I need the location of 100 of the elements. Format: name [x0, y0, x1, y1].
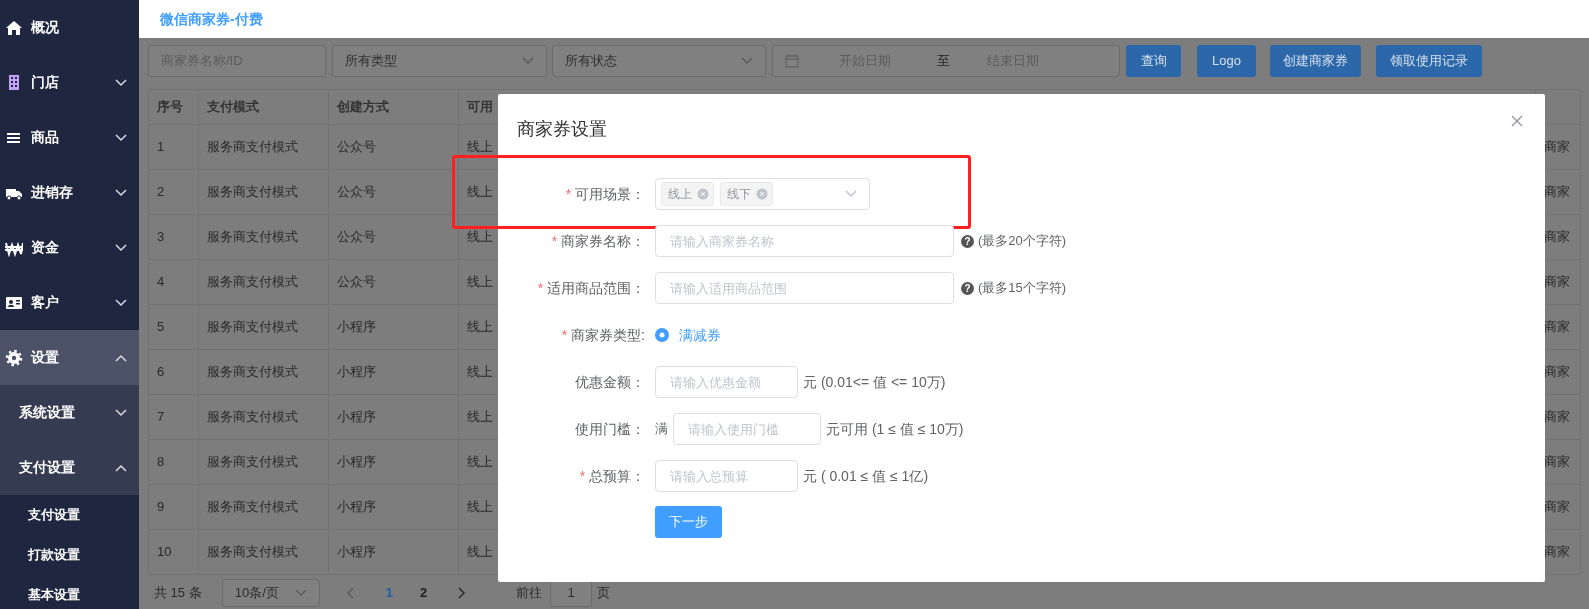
table-cell: 4	[148, 259, 199, 305]
multi-select-field[interactable]: 线上 线下	[655, 178, 870, 210]
select-field[interactable]: 所有状态	[552, 45, 766, 77]
toolbar-button[interactable]: 创建商家券	[1270, 45, 1361, 77]
table-cell: 小程序	[328, 394, 459, 440]
table-cell: 9	[148, 484, 199, 530]
table-cell: 小程序	[328, 439, 459, 485]
table-cell: 服务商支付模式	[198, 304, 329, 350]
table-cell: 7	[148, 394, 199, 440]
toolbar-button[interactable]: Logo	[1197, 45, 1256, 77]
table-cell: 公众号	[328, 259, 459, 305]
radio-option[interactable]: 满减券	[655, 324, 721, 346]
gear-icon	[5, 348, 23, 367]
sidebar-item[interactable]: 基本设置	[0, 575, 139, 609]
column-header: 序号	[148, 89, 199, 125]
goto-label: 前往	[516, 583, 543, 602]
chevron-down-icon	[522, 57, 534, 65]
tag[interactable]: 线上	[661, 182, 714, 206]
field-label: * 商家券类型:	[560, 325, 645, 345]
chevron-down-icon	[845, 190, 857, 198]
table-cell: 3	[148, 214, 199, 260]
toolbar-button[interactable]: 查询	[1126, 45, 1181, 77]
field-label: * 商家券名称：	[550, 231, 645, 251]
table-cell: 小程序	[328, 349, 459, 395]
chevron-up-icon	[115, 353, 127, 362]
prefix-text: 满	[655, 420, 668, 439]
radio-icon	[655, 328, 669, 342]
table-cell: 服务商支付模式	[198, 439, 329, 485]
close-icon[interactable]	[1511, 115, 1523, 127]
field-label: * 适用商品范围：	[536, 278, 645, 298]
table-cell: 服务商支付模式	[198, 124, 329, 170]
table-cell: 服务商支付模式	[198, 349, 329, 395]
range-separator: 至	[937, 52, 950, 71]
sidebar-item[interactable]: 支付设置	[0, 495, 139, 535]
sidebar-item[interactable]: 打款设置	[0, 535, 139, 575]
table-cell: 5	[148, 304, 199, 350]
sidebar-item[interactable]: 客户	[0, 275, 139, 330]
toolbar-button[interactable]: 领取使用记录	[1376, 45, 1482, 77]
home-icon	[5, 18, 23, 37]
field-label: * 可用场景：	[564, 184, 645, 204]
table-cell: 小程序	[328, 304, 459, 350]
table-cell: 小程序	[328, 529, 459, 575]
total-count: 共 15 条	[154, 583, 202, 602]
hint-text: (最多15个字符)	[978, 279, 1067, 298]
table-cell: 服务商支付模式	[198, 484, 329, 530]
suffix-text: 元可用 (1 ≤ 值 ≤ 10万)	[826, 419, 964, 439]
sidebar-item[interactable]: 概况	[0, 0, 139, 55]
column-header: 创建方式	[328, 89, 459, 125]
table-cell: 2	[148, 169, 199, 215]
table-cell: 公众号	[328, 214, 459, 260]
tag[interactable]: 线下	[720, 182, 773, 206]
next-page-icon	[458, 586, 467, 599]
table-cell: 服务商支付模式	[198, 169, 329, 215]
previous-page-icon	[345, 586, 354, 599]
sidebar-item[interactable]: 进销存	[0, 165, 139, 220]
help-icon: ?	[961, 281, 974, 295]
table-cell: 公众号	[328, 169, 459, 215]
input-field[interactable]: 请输入优惠金额	[655, 366, 798, 398]
chevron-up-icon	[115, 463, 127, 472]
help-icon: ?	[961, 234, 974, 248]
table-cell: 10	[148, 529, 199, 575]
hint-text: (最多20个字符)	[978, 232, 1067, 251]
calendar-icon	[785, 54, 799, 68]
page-size-select[interactable]: 10条/页	[221, 578, 320, 607]
input-field[interactable]: 请输入总预算	[655, 460, 798, 492]
remove-icon	[756, 188, 768, 200]
sidebar-item[interactable]: 门店	[0, 55, 139, 110]
input-field[interactable]: 请输入适用商品范围	[655, 272, 954, 304]
page-number[interactable]: 2	[419, 582, 428, 603]
table-cell: 服务商支付模式	[198, 214, 329, 260]
chevron-down-icon	[115, 243, 127, 252]
table-cell: 服务商支付模式	[198, 529, 329, 575]
table-cell: 服务商支付模式	[198, 394, 329, 440]
suffix-text: 元 ( 0.01 ≤ 值 ≤ 1亿)	[803, 466, 929, 486]
chevron-down-icon	[115, 78, 127, 87]
sidebar-item[interactable]: 支付设置	[0, 440, 139, 495]
chevron-down-icon	[115, 298, 127, 307]
chevron-down-icon	[294, 588, 307, 597]
table-cell: 8	[148, 439, 199, 485]
page-unit: 页	[597, 583, 611, 602]
table-cell: 服务商支付模式	[198, 259, 329, 305]
sidebar-item[interactable]: 资金	[0, 220, 139, 275]
table-cell: 1	[148, 124, 199, 170]
field-label: 使用门槛：	[574, 419, 645, 439]
table-cell: 6	[148, 349, 199, 395]
chevron-down-icon	[115, 408, 127, 417]
chevron-down-icon	[741, 57, 753, 65]
next-step-button[interactable]: 下一步	[655, 506, 722, 538]
table-cell: 公众号	[328, 124, 459, 170]
sidebar-item[interactable]: 设置	[0, 330, 139, 385]
remove-icon	[697, 188, 709, 200]
sidebar-item[interactable]: 商品	[0, 110, 139, 165]
chevron-down-icon	[115, 133, 127, 142]
input-field[interactable]: 请输入商家券名称	[655, 225, 954, 257]
page-title: 微信商家券-付费	[160, 9, 263, 29]
select-field[interactable]: 所有类型	[332, 45, 547, 77]
table-cell: 小程序	[328, 484, 459, 530]
field-label: 优惠金额：	[574, 372, 645, 392]
suffix-text: 元 (0.01<= 值 <= 10万)	[803, 372, 946, 392]
sidebar-item[interactable]: 系统设置	[0, 385, 139, 440]
